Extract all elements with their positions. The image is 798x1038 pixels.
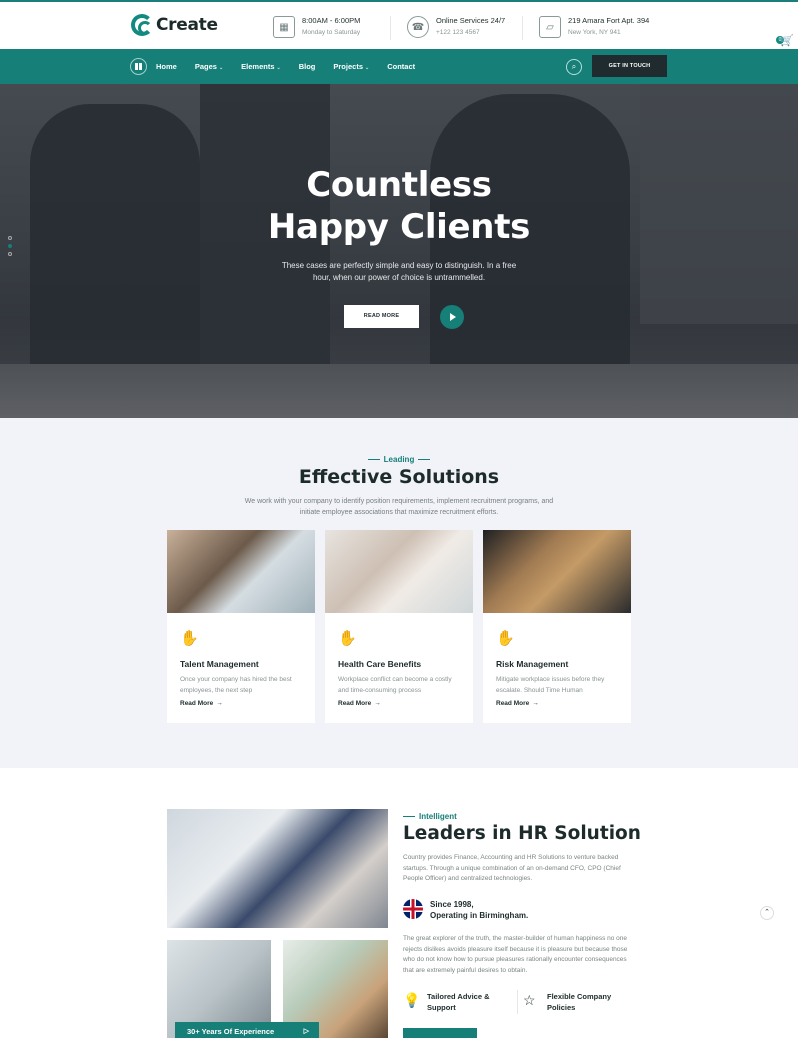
hr-title: Leaders in HR Solution	[403, 823, 641, 844]
feature-flexible-policies: ☆ Flexible Company Policies	[523, 992, 612, 1012]
services-sub[interactable]: +122 123 4567	[436, 27, 505, 39]
map-icon: ▱	[539, 16, 561, 38]
hours-title: 8:00AM - 6:00PM	[302, 16, 361, 25]
hr-button[interactable]	[403, 1028, 477, 1038]
card-description: Mitigate workplace issues before they es…	[496, 676, 605, 694]
uk-flag-icon	[403, 899, 423, 919]
read-more-link[interactable]: Read More →	[180, 700, 223, 707]
divider	[390, 16, 391, 40]
support-24-icon: ☎	[407, 16, 429, 38]
play-icon: ▷	[303, 1028, 309, 1035]
solution-card[interactable]: ✋ Risk Management Mitigate workplace iss…	[483, 530, 631, 723]
read-more-link[interactable]: Read More →	[496, 700, 539, 707]
logo-mark-icon	[131, 14, 153, 36]
hr-description-2: The great explorer of the truth, the mas…	[403, 935, 628, 974]
cart-icon[interactable]: 🛒	[780, 34, 796, 48]
card-description: Once your company has hired the best emp…	[180, 676, 292, 694]
scroll-top-icon[interactable]: ⌃	[760, 906, 774, 920]
arrow-right-icon: →	[532, 700, 539, 707]
hands-stars-icon: ✋	[180, 630, 199, 647]
solution-card[interactable]: ✋ Talent Management Once your company ha…	[167, 530, 315, 723]
chevron-down-icon: ⌄	[218, 65, 224, 71]
chevron-down-icon: ⌄	[365, 65, 370, 71]
solutions-description: We work with your company to identify po…	[244, 498, 554, 516]
experience-badge[interactable]: 30+ Years Of Experience ▷	[175, 1022, 319, 1038]
hr-section: 30+ Years Of Experience ▷ Intelligent Lea…	[0, 768, 798, 1038]
chevron-down-icon: ⌄	[276, 65, 281, 71]
calendar-icon: ▦	[273, 16, 295, 38]
nav-item-home[interactable]: Home	[156, 62, 177, 71]
nav-item-pages[interactable]: Pages ⌄	[195, 62, 223, 71]
arrow-right-icon: →	[374, 700, 381, 707]
solution-card[interactable]: ✋ Health Care Benefits Workplace conflic…	[325, 530, 473, 723]
hours-info: ▦ 8:00AM - 6:00PM Monday to Saturday	[273, 15, 360, 39]
hands-stars-icon: ✋	[338, 630, 357, 647]
card-image	[483, 530, 631, 613]
slider-dots	[8, 236, 12, 256]
divider	[517, 990, 518, 1014]
card-image	[325, 530, 473, 613]
star-icon: ☆	[523, 992, 536, 1008]
main-nav: Home Pages ⌄ Elements ⌄ Blog Projects ⌄ Con…	[0, 49, 798, 84]
card-image	[167, 530, 315, 613]
hours-sub: Monday to Saturday	[302, 29, 361, 36]
menu-grid-icon[interactable]	[130, 58, 147, 75]
slider-dot[interactable]	[8, 236, 12, 240]
nav-item-projects[interactable]: Projects ⌄	[333, 62, 369, 71]
card-title: Health Care Benefits	[338, 659, 422, 669]
services-info: ☎ Online Services 24/7 +122 123 4567	[407, 15, 505, 39]
get-in-touch-button[interactable]: GET IN TOUCH	[592, 55, 667, 77]
hr-description: Country provides Finance, Accounting and…	[403, 854, 621, 882]
solutions-eyebrow: Leading	[0, 455, 798, 464]
nav-item-contact[interactable]: Contact	[387, 62, 415, 71]
hero-title-line2: Happy Clients	[267, 207, 531, 247]
hero: Countless Happy Clients These cases are …	[0, 84, 798, 418]
solutions-section: Leading Effective Solutions We work with…	[0, 418, 798, 768]
top-bar: Create ▦ 8:00AM - 6:00PM Monday to Satur…	[0, 0, 798, 49]
card-title: Talent Management	[180, 659, 259, 669]
search-icon[interactable]: ⌕	[566, 59, 582, 75]
since-text: Since 1998, Operating in Birmingham.	[430, 900, 529, 920]
lightbulb-icon: 💡	[403, 992, 421, 1008]
card-title: Risk Management	[496, 659, 569, 669]
play-video-icon[interactable]	[440, 305, 464, 329]
slider-dot-active[interactable]	[8, 244, 12, 248]
card-description: Workplace conflict can become a costly a…	[338, 676, 452, 694]
read-more-link[interactable]: Read More →	[338, 700, 381, 707]
hero-overlay	[0, 84, 798, 418]
solutions-title: Effective Solutions	[298, 466, 500, 488]
nav-item-elements[interactable]: Elements ⌄	[241, 62, 281, 71]
meeting-image	[167, 809, 388, 928]
hero-title: Countless Happy Clients	[0, 164, 798, 248]
nav-items: Home Pages ⌄ Elements ⌄ Blog Projects ⌄ Con…	[156, 62, 433, 71]
hero-title-line1: Countless	[306, 165, 492, 205]
divider	[522, 16, 523, 40]
hr-eyebrow: Intelligent	[403, 812, 457, 821]
nav-item-blog[interactable]: Blog	[299, 62, 316, 71]
read-more-button[interactable]: READ MORE	[344, 305, 419, 328]
services-title: Online Services 24/7	[436, 16, 506, 25]
hands-stars-icon: ✋	[496, 630, 515, 647]
feature-tailored-advice: 💡 Tailored Advice & Support	[403, 992, 490, 1012]
slider-dot[interactable]	[8, 252, 12, 256]
address-info: ▱ 219 Amara Fort Apt. 394 New York, NY 9…	[539, 15, 649, 39]
solution-cards: ✋ Talent Management Once your company ha…	[167, 530, 631, 723]
logo-text: Create	[156, 15, 218, 35]
arrow-right-icon: →	[216, 700, 223, 707]
logo[interactable]: Create	[131, 14, 218, 36]
address-sub: New York, NY 941	[568, 29, 621, 36]
hero-subtitle: These cases are perfectly simple and eas…	[281, 261, 517, 282]
address-title: 219 Amara Fort Apt. 394	[568, 16, 650, 25]
